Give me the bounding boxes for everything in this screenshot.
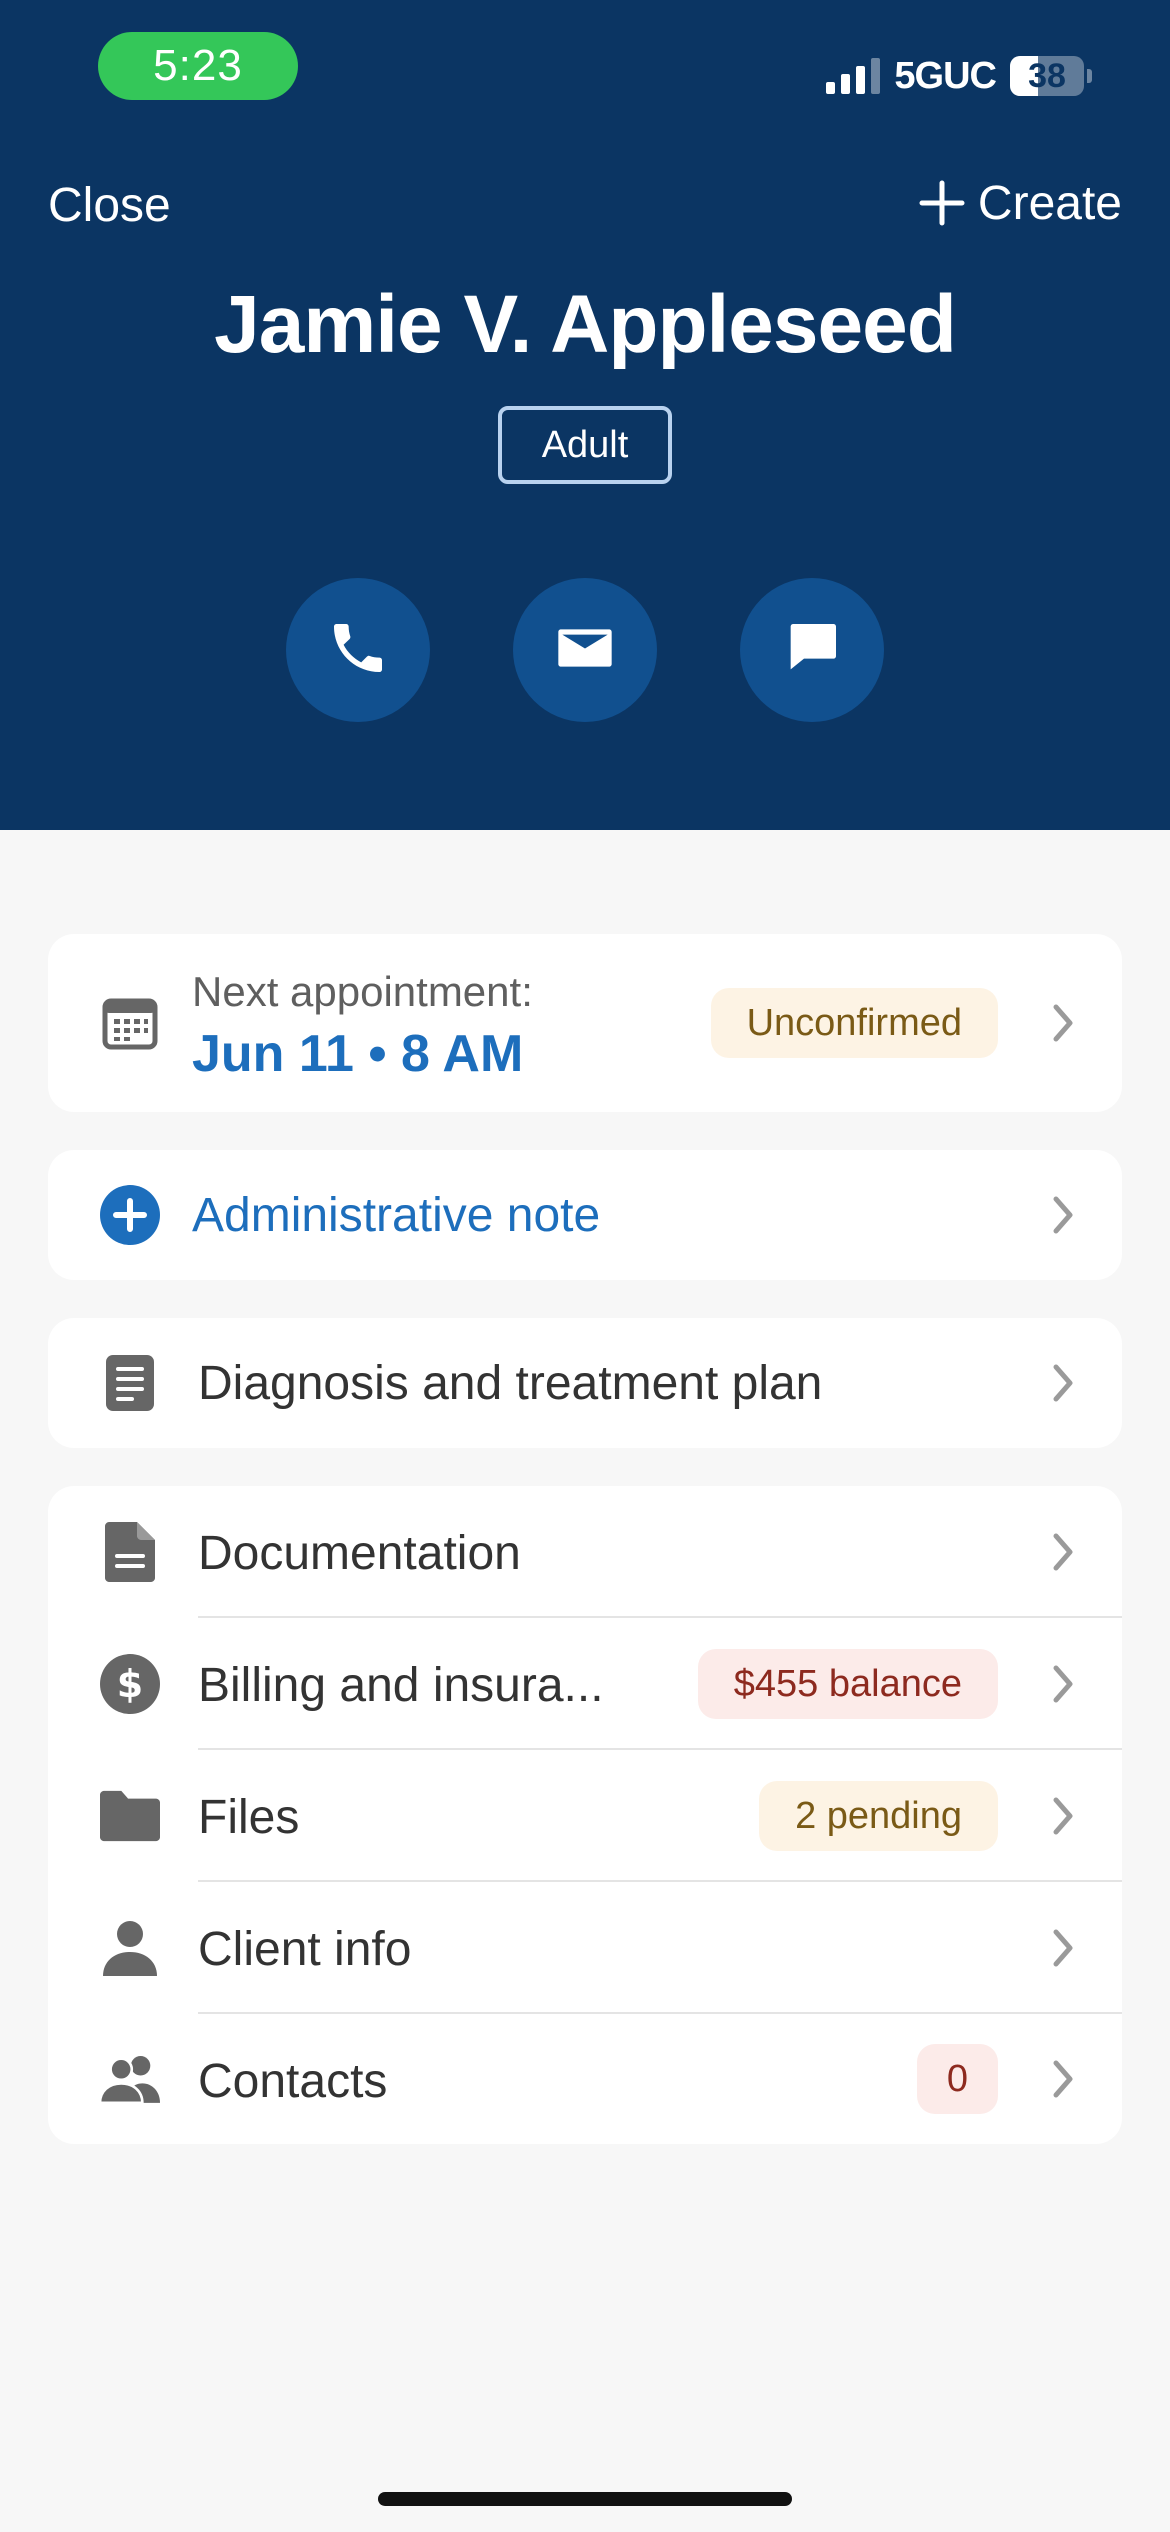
appointment-date: Jun 11 • 8 AM — [192, 1025, 524, 1083]
chevron-right-icon — [1053, 1929, 1073, 1967]
status-time: 5:23 — [98, 32, 298, 100]
documentation-row[interactable]: Documentation — [48, 1486, 1122, 1618]
appointment-card[interactable]: Next appointment: Jun 11 • 8 AM Unconfir… — [48, 934, 1122, 1112]
client-info-label: Client info — [198, 1923, 412, 1976]
billing-label: Billing and insura... — [198, 1659, 604, 1712]
balance-badge: $455 balance — [697, 1649, 998, 1719]
pending-files-badge: 2 pending — [759, 1781, 998, 1851]
administrative-note-label: Administrative note — [192, 1189, 601, 1242]
chevron-right-icon — [1053, 1797, 1073, 1835]
diagnosis-label: Diagnosis and treatment plan — [198, 1357, 823, 1410]
chevron-right-icon — [1053, 2060, 1073, 2098]
client-header: 5:23 5GUC 38 Close Create Jamie V. Apple… — [0, 0, 1170, 830]
files-label: Files — [198, 1791, 300, 1844]
client-name: Jamie V. Appleseed — [214, 279, 957, 370]
chevron-right-icon — [1053, 1364, 1073, 1402]
create-button[interactable]: Create — [918, 176, 1122, 231]
phone-icon — [326, 616, 390, 685]
dollar-circle-icon: $ — [100, 1654, 160, 1714]
create-label: Create — [977, 177, 1122, 230]
chevron-right-icon — [1053, 1533, 1073, 1571]
contacts-count-badge: 0 — [916, 2044, 998, 2114]
network-type: 5GUC — [894, 54, 997, 97]
calendar-icon — [100, 993, 160, 1053]
documentation-label: Documentation — [198, 1527, 521, 1580]
chevron-right-icon — [1053, 1196, 1073, 1234]
diagnosis-card[interactable]: Diagnosis and treatment plan — [48, 1318, 1122, 1448]
chevron-right-icon — [1053, 1004, 1073, 1042]
client-info-row[interactable]: Client info — [48, 1882, 1122, 2014]
add-circle-icon — [100, 1185, 160, 1245]
battery-level: 38 — [1028, 56, 1066, 95]
appointment-label: Next appointment: — [192, 968, 533, 1015]
signal-icon — [826, 58, 881, 94]
contacts-row[interactable]: Contacts 0 — [48, 2014, 1122, 2144]
administrative-note-card[interactable]: Administrative note — [48, 1150, 1122, 1280]
billing-row[interactable]: $ Billing and insura... $455 balance — [48, 1618, 1122, 1750]
home-indicator[interactable] — [378, 2492, 792, 2506]
close-button[interactable]: Close — [48, 178, 171, 233]
client-menu-card: Documentation $ Billing and insura... $4… — [48, 1486, 1122, 2144]
age-badge: Adult — [498, 406, 672, 484]
status-indicators: 5GUC 38 — [826, 52, 1092, 100]
call-button[interactable] — [286, 578, 430, 722]
plus-icon — [918, 179, 966, 229]
svg-text:$: $ — [117, 1662, 143, 1706]
document-icon — [100, 1522, 160, 1582]
person-icon — [100, 1918, 160, 1978]
message-icon — [780, 616, 844, 685]
folder-icon — [100, 1786, 160, 1846]
clipboard-icon — [100, 1353, 160, 1413]
email-icon — [553, 616, 617, 685]
battery-icon: 38 — [1010, 56, 1092, 96]
chevron-right-icon — [1053, 1665, 1073, 1703]
message-button[interactable] — [740, 578, 884, 722]
appointment-status-badge: Unconfirmed — [710, 988, 998, 1058]
files-row[interactable]: Files 2 pending — [48, 1750, 1122, 1882]
people-icon — [100, 2049, 160, 2109]
contacts-label: Contacts — [198, 2055, 388, 2108]
email-button[interactable] — [513, 578, 657, 722]
